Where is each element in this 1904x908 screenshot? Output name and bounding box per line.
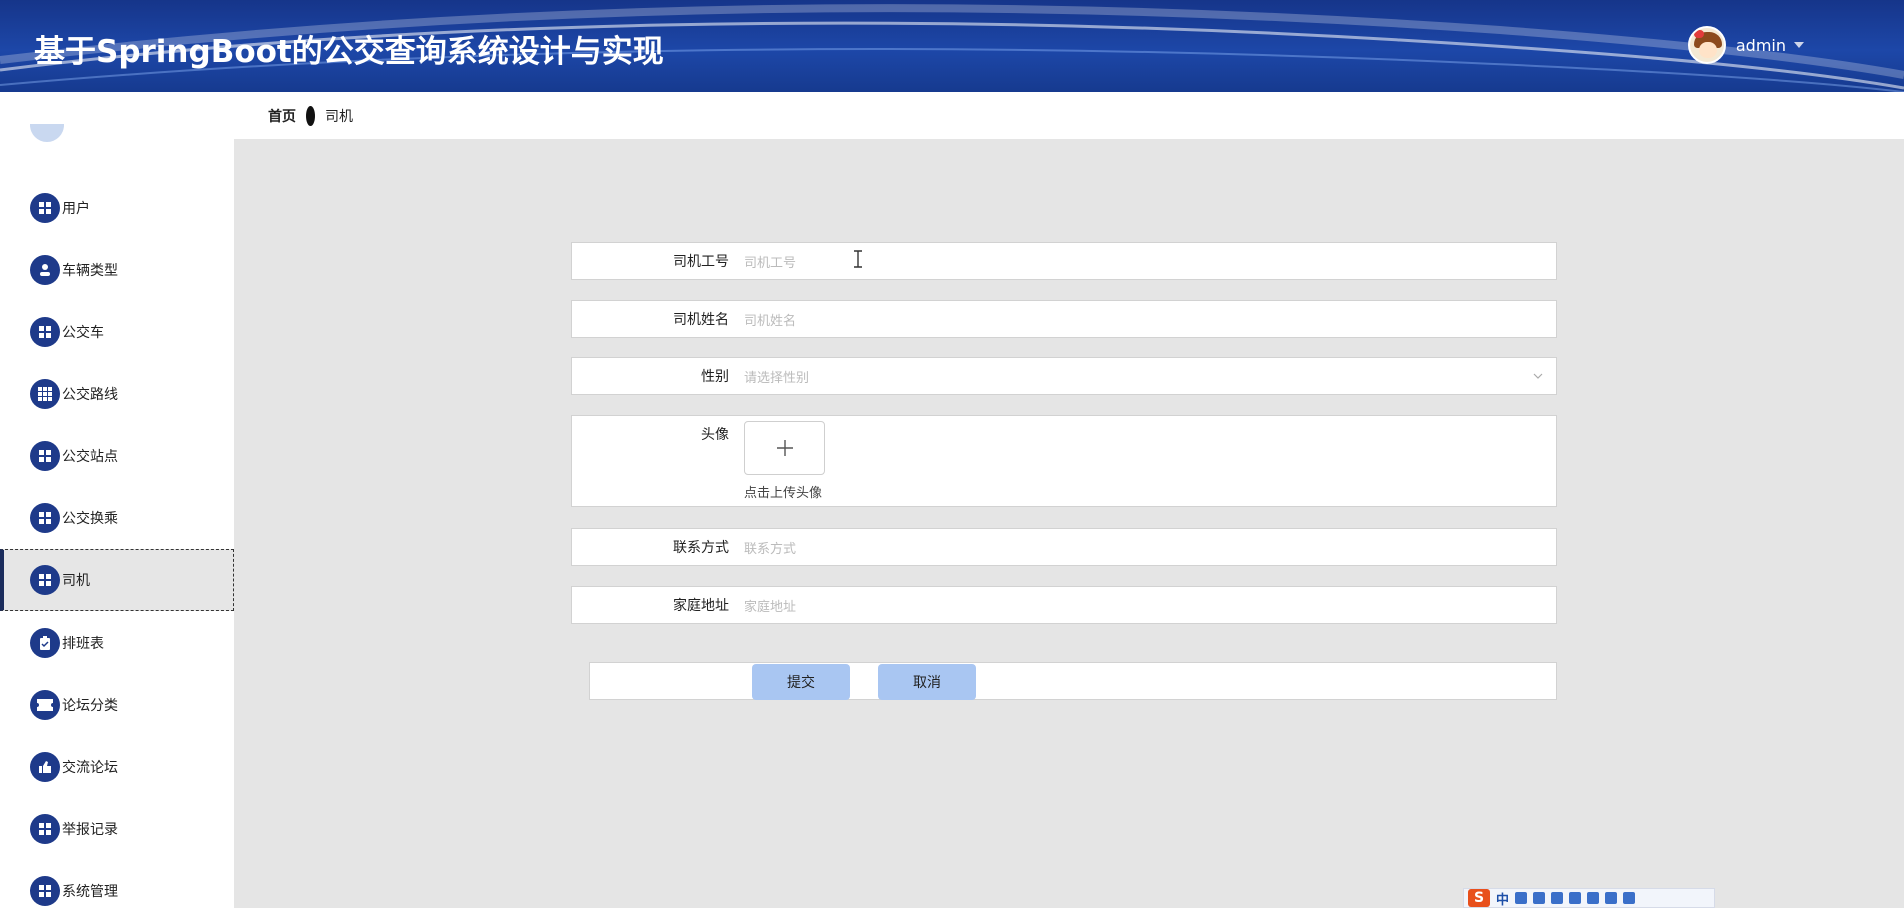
form-actions: 提交 取消 — [589, 662, 1557, 700]
sidebar-item-bus[interactable]: 公交车 — [0, 301, 234, 363]
sidebar-item-label: 公交换乘 — [62, 511, 118, 527]
sidebar-item-users[interactable]: 用户 — [0, 177, 234, 239]
grid-icon — [30, 441, 60, 471]
grid-icon — [30, 876, 60, 906]
contact-input[interactable]: 联系方式 — [744, 529, 1544, 565]
driver-no-input[interactable]: 司机工号 — [744, 243, 1544, 279]
sidebar-item-label: 排班表 — [62, 636, 104, 652]
microphone-icon[interactable] — [1551, 892, 1564, 904]
sidebar-item-schedule[interactable]: 排班表 — [0, 612, 234, 674]
apps-icon[interactable] — [1623, 892, 1636, 904]
thumb-icon — [30, 752, 60, 782]
breadcrumb: 首页 司机 — [234, 92, 1904, 139]
sidebar-item-label: 公交站点 — [62, 449, 118, 465]
avatar-upload-button[interactable] — [744, 421, 825, 475]
caret-down-icon — [1794, 42, 1804, 48]
sidebar-item-system[interactable]: 系统管理 — [0, 860, 234, 908]
grid-icon — [30, 503, 60, 533]
sidebar-item-label: 举报记录 — [62, 822, 118, 838]
punctuation-icon[interactable] — [1533, 892, 1546, 904]
sidebar-item-label: 公交路线 — [62, 387, 118, 403]
contact-label: 联系方式 — [673, 540, 729, 556]
grid-icon — [30, 193, 60, 223]
address-input[interactable]: 家庭地址 — [744, 587, 1544, 623]
plus-icon — [776, 440, 793, 456]
user-icon — [30, 255, 60, 285]
top-header: 基于SpringBoot的公交查询系统设计与实现 admin — [0, 0, 1904, 92]
sidebar-item-label: 司机 — [62, 573, 90, 589]
moon-icon[interactable] — [1515, 892, 1528, 904]
ime-toolbar[interactable]: S 中 — [1463, 888, 1715, 908]
submit-button[interactable]: 提交 — [752, 664, 850, 700]
form-row-address: 家庭地址 家庭地址 — [571, 586, 1557, 624]
sidebar: 用户 车辆类型 公交车 公交路线 公交站点 公交换乘 司机 排班表 论坛分类 交… — [0, 92, 234, 908]
form-row-avatar: 头像 点击上传头像 — [571, 415, 1557, 507]
driver-no-label: 司机工号 — [673, 254, 729, 270]
gender-select[interactable]: 请选择性别 — [744, 358, 1544, 394]
user-menu[interactable]: admin — [1687, 26, 1804, 64]
grid-icon — [30, 317, 60, 347]
form-row-driver-no: 司机工号 司机工号 — [571, 242, 1557, 280]
form-row-gender: 性别 请选择性别 — [571, 357, 1557, 395]
keyboard-icon[interactable] — [1569, 892, 1582, 904]
sidebar-item-label: 公交车 — [62, 325, 104, 341]
apps-icon — [30, 379, 60, 409]
sidebar-item-report[interactable]: 举报记录 — [0, 798, 234, 860]
sidebar-item-label: 系统管理 — [62, 884, 118, 900]
username: admin — [1735, 35, 1786, 55]
form-row-contact: 联系方式 联系方式 — [571, 528, 1557, 566]
sidebar-item-bus-stop[interactable]: 公交站点 — [0, 425, 234, 487]
chevron-down-icon — [1533, 373, 1543, 379]
sidebar-item-label: 用户 — [62, 201, 90, 217]
shirt-icon[interactable] — [1605, 892, 1618, 904]
sidebar-item-label: 车辆类型 — [62, 263, 118, 279]
avatar-upload-tip: 点击上传头像 — [744, 486, 823, 501]
ime-mode-toggle[interactable]: 中 — [1496, 889, 1509, 908]
sidebar-avatar-partial — [30, 124, 64, 142]
clipboard-icon — [30, 628, 60, 658]
form-row-driver-name: 司机姓名 司机姓名 — [571, 300, 1557, 338]
avatar-label: 头像 — [701, 427, 729, 443]
user-icon[interactable] — [1587, 892, 1600, 904]
sidebar-item-label: 论坛分类 — [62, 698, 118, 714]
driver-name-input[interactable]: 司机姓名 — [744, 301, 1544, 337]
sogou-logo-icon: S — [1468, 889, 1490, 907]
cancel-button[interactable]: 取消 — [878, 664, 976, 700]
breadcrumb-home[interactable]: 首页 — [268, 106, 296, 126]
breadcrumb-current: 司机 — [325, 108, 353, 125]
grid-icon — [30, 814, 60, 844]
grid-icon — [30, 565, 60, 595]
user-avatar — [1687, 26, 1726, 64]
gender-label: 性别 — [701, 369, 729, 385]
app-title: 基于SpringBoot的公交查询系统设计与实现 — [34, 34, 664, 70]
breadcrumb-separator-icon — [306, 105, 315, 126]
sidebar-item-vehicle-type[interactable]: 车辆类型 — [0, 239, 234, 301]
sidebar-item-label: 交流论坛 — [62, 760, 118, 776]
driver-name-label: 司机姓名 — [673, 312, 729, 328]
ticket-icon — [30, 690, 60, 720]
sidebar-item-transfer[interactable]: 公交换乘 — [0, 487, 234, 549]
sidebar-item-forum-category[interactable]: 论坛分类 — [0, 674, 234, 736]
text-cursor-icon — [854, 250, 862, 268]
sidebar-item-forum[interactable]: 交流论坛 — [0, 736, 234, 798]
sidebar-item-bus-route[interactable]: 公交路线 — [0, 363, 234, 425]
address-label: 家庭地址 — [673, 598, 729, 614]
sidebar-item-driver[interactable]: 司机 — [0, 549, 234, 611]
